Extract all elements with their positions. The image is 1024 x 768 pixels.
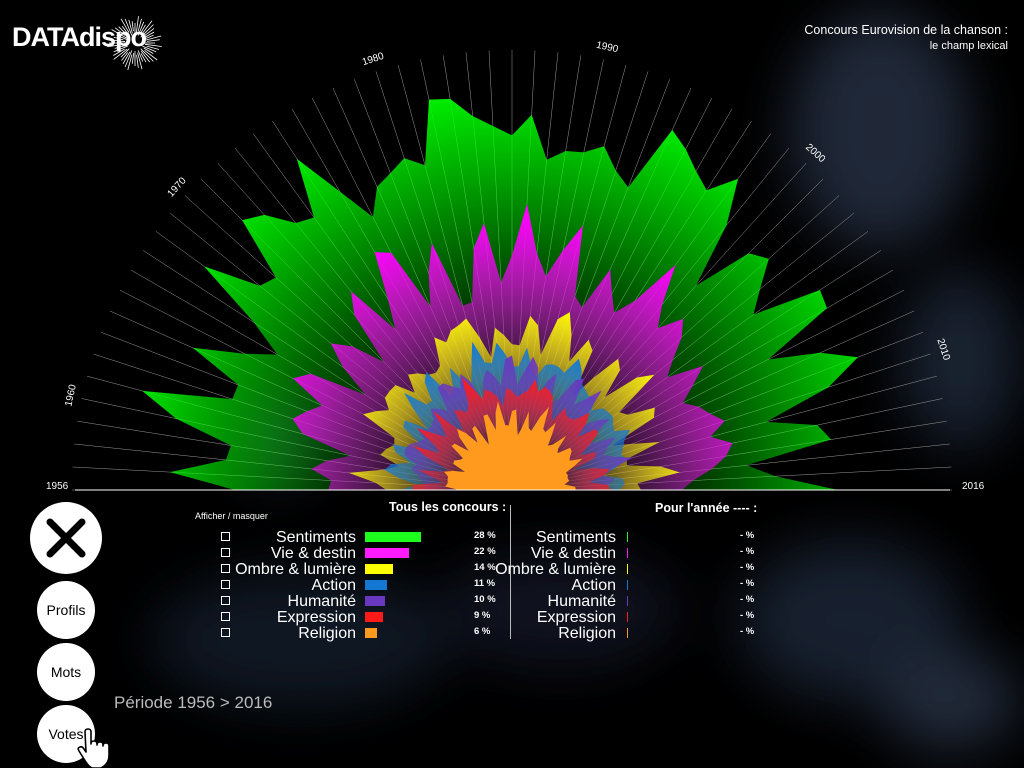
legend-title-all: Tous les concours :: [389, 500, 507, 514]
legend-bar: [365, 564, 393, 574]
close-button[interactable]: [30, 502, 102, 574]
legend-bar: [365, 628, 377, 638]
period-label: Période 1956 > 2016: [114, 693, 273, 712]
radial-chart: [72, 50, 952, 491]
series-areas: [142, 98, 858, 491]
profils-button[interactable]: Profils: [37, 581, 95, 639]
year-label: 1956: [46, 481, 69, 492]
close-icon: [46, 518, 86, 558]
toggle-label: Afficher / masquer: [195, 511, 268, 521]
mots-button[interactable]: Mots: [37, 643, 95, 701]
year-legend-percent: - %: [740, 626, 755, 637]
legend-title-year: Pour l'année ---- :: [655, 501, 758, 515]
year-legend-percent: - %: [740, 610, 755, 621]
year-legend-percent: - %: [740, 530, 755, 541]
year-legend-tick: [627, 532, 628, 542]
year-legend-tick: [627, 564, 628, 574]
legend-bar: [365, 548, 409, 558]
year-label: 2016: [962, 481, 985, 492]
year-legend-percent: - %: [740, 578, 755, 589]
year-legend-tick: [627, 596, 628, 606]
year-legend-tick: [627, 548, 628, 558]
year-legend-label: Religion: [558, 625, 616, 642]
year-legend-percent: - %: [740, 594, 755, 605]
legend-label: Religion: [298, 625, 356, 642]
legend-bar: [365, 596, 385, 606]
hand-pointer-icon: [77, 728, 110, 768]
legend-bar: [365, 612, 383, 622]
year-legend-percent: - %: [740, 546, 755, 557]
year-legend-tick: [627, 580, 628, 590]
year-legend-tick: [627, 628, 628, 638]
legend-bar: [365, 580, 387, 590]
year-legend-percent: - %: [740, 562, 755, 573]
legend-bar: [365, 532, 421, 542]
year-legend-tick: [627, 612, 628, 622]
